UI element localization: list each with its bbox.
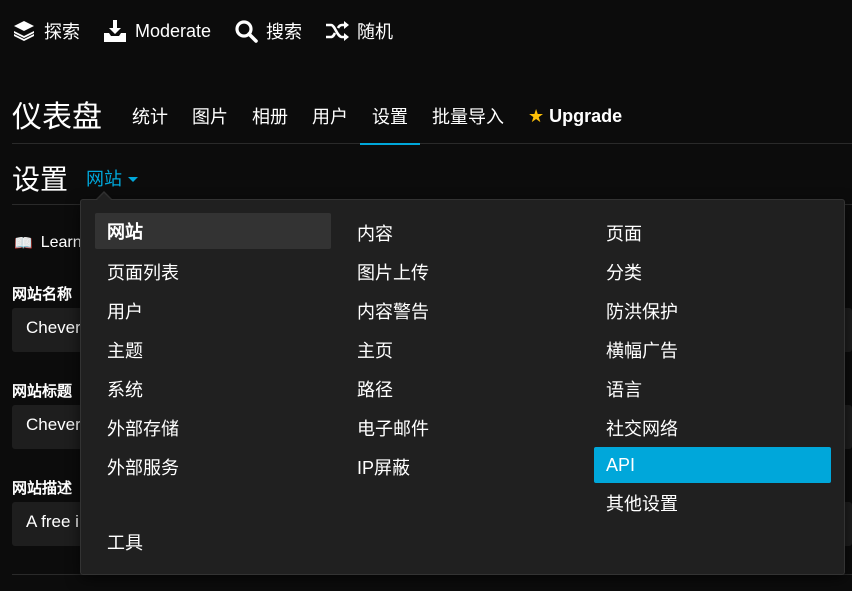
- menu-item-external-storage[interactable]: 外部存储: [95, 410, 331, 446]
- tab-stats[interactable]: 统计: [120, 88, 180, 144]
- star-icon: ★: [528, 105, 545, 126]
- dashboard-nav: 统计 图片 相册 用户 设置 批量导入 ★ Upgrade: [120, 88, 634, 145]
- page-title: 仪表盘: [12, 101, 102, 134]
- menu-item-users[interactable]: 用户: [95, 293, 331, 329]
- settings-section-label: 网站: [86, 169, 122, 189]
- menu-item-routes[interactable]: 路径: [345, 371, 581, 407]
- topbar-explore-label: 探索: [44, 22, 80, 42]
- menu-item-tools[interactable]: 工具: [95, 524, 331, 560]
- topbar-moderate[interactable]: Moderate: [103, 19, 211, 43]
- menu-item-pages[interactable]: 页面: [594, 215, 831, 251]
- settings-section-dropdown[interactable]: 网站: [86, 165, 138, 191]
- learn-label: Learn: [40, 234, 82, 251]
- upgrade-label: Upgrade: [549, 105, 623, 126]
- menu-item-content-warning[interactable]: 内容警告: [345, 293, 581, 329]
- site-title-label: 网站标题: [12, 383, 73, 400]
- menu-item-email[interactable]: 电子邮件: [345, 410, 581, 446]
- menu-item-api[interactable]: API: [594, 447, 831, 483]
- menu-item-banners[interactable]: 横幅广告: [594, 332, 831, 368]
- tab-settings[interactable]: 设置: [360, 88, 420, 145]
- settings-title: 设置: [12, 164, 69, 195]
- menu-item-page-list[interactable]: 页面列表: [95, 254, 331, 290]
- dropdown-pointer-fill: [96, 193, 112, 201]
- menu-item-categories[interactable]: 分类: [594, 254, 831, 290]
- tab-bulk-import[interactable]: 批量导入: [420, 88, 516, 144]
- menu-item-content[interactable]: 内容: [345, 215, 581, 251]
- menu-item-theme[interactable]: 主题: [95, 332, 331, 368]
- settings-header: 设置 网站: [12, 155, 852, 205]
- tab-images[interactable]: 图片: [180, 88, 240, 144]
- layers-icon: [14, 21, 34, 41]
- dashboard-header: 仪表盘 统计 图片 相册 用户 设置 批量导入 ★ Upgrade: [12, 88, 852, 145]
- topbar-random[interactable]: 随机: [325, 18, 393, 44]
- menu-item-other-settings[interactable]: 其他设置: [594, 485, 831, 521]
- book-icon: 📖: [14, 235, 33, 252]
- search-icon: [235, 20, 258, 43]
- settings-section-menu: 网站 页面列表 用户 主题 系统 外部存储 外部服务 工具 内容 图片上传 内容…: [80, 199, 845, 575]
- tab-users[interactable]: 用户: [300, 88, 360, 144]
- menu-item-ip-bans[interactable]: IP屏蔽: [345, 449, 581, 485]
- learn-link[interactable]: 📖 Learn: [14, 234, 82, 252]
- topbar-moderate-label: Moderate: [135, 20, 212, 41]
- top-navbar: 探索 Moderate 搜索 随机: [0, 0, 852, 62]
- topbar-random-label: 随机: [357, 22, 394, 42]
- caret-down-icon: [128, 176, 138, 182]
- menu-item-languages[interactable]: 语言: [594, 371, 831, 407]
- menu-item-external-services[interactable]: 外部服务: [95, 449, 331, 485]
- menu-item-website[interactable]: 网站: [95, 213, 331, 249]
- menu-item-homepage[interactable]: 主页: [345, 332, 581, 368]
- tab-albums[interactable]: 相册: [240, 88, 300, 144]
- shuffle-icon: [326, 21, 350, 41]
- inbox-download-icon: [104, 20, 126, 42]
- site-description-label: 网站描述: [12, 480, 73, 497]
- upgrade-link[interactable]: ★ Upgrade: [516, 88, 634, 144]
- site-name-label: 网站名称: [12, 286, 73, 303]
- menu-item-image-upload[interactable]: 图片上传: [345, 254, 581, 290]
- menu-item-system[interactable]: 系统: [95, 371, 331, 407]
- topbar-search[interactable]: 搜索: [234, 18, 302, 44]
- menu-item-social-networks[interactable]: 社交网络: [594, 410, 831, 446]
- topbar-search-label: 搜索: [266, 22, 303, 42]
- topbar-explore[interactable]: 探索: [12, 18, 80, 44]
- menu-item-flood-protection[interactable]: 防洪保护: [594, 293, 831, 329]
